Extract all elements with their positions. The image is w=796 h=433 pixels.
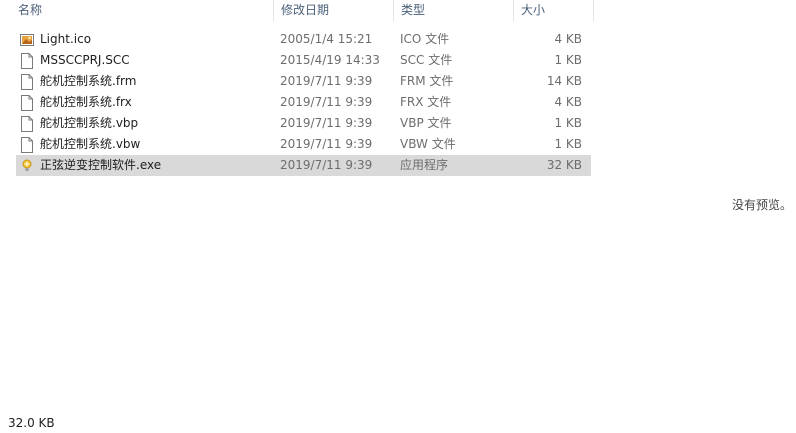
- file-date: 2019/7/11 9:39: [280, 137, 373, 151]
- file-name-cell: 舵机控制系统.frm: [16, 71, 274, 92]
- file-row[interactable]: 舵机控制系统.frm 2019/7/11 9:39 FRM 文件 14 KB: [16, 71, 591, 92]
- file-size: 14 KB: [546, 74, 582, 88]
- file-date: 2019/7/11 9:39: [280, 116, 373, 130]
- file-date: 2015/4/19 14:33: [280, 53, 380, 67]
- blank-file-icon: [20, 52, 34, 69]
- image-file-icon: [20, 32, 34, 48]
- file-row[interactable]: MSSCCPRJ.SCC 2015/4/19 14:33 SCC 文件 1 KB: [16, 50, 591, 71]
- file-row[interactable]: 正弦逆变控制软件.exe 2019/7/11 9:39 应用程序 32 KB: [16, 155, 591, 176]
- file-explorer-view: 名称 修改日期 类型 大小 Light.ico 2005/1/4 15:21 ICO…: [0, 0, 796, 433]
- blank-file-icon: [20, 115, 34, 132]
- file-size: 32 KB: [546, 158, 582, 172]
- application-icon: [20, 158, 34, 174]
- blank-file-icon: [20, 94, 34, 111]
- file-name-cell: Light.ico: [16, 29, 274, 50]
- file-type: FRM 文件: [400, 74, 454, 88]
- file-type: SCC 文件: [400, 53, 453, 67]
- file-type: 应用程序: [400, 158, 449, 172]
- column-header-size-label: 大小: [521, 3, 546, 17]
- file-name: 舵机控制系统.vbp: [40, 116, 139, 130]
- file-date: 2019/7/11 9:39: [280, 158, 373, 172]
- file-name: 舵机控制系统.frx: [40, 95, 132, 109]
- column-header-size[interactable]: 大小: [514, 0, 594, 22]
- column-header-name-label: 名称: [18, 3, 43, 17]
- file-row[interactable]: Light.ico 2005/1/4 15:21 ICO 文件 4 KB: [16, 29, 591, 50]
- file-name: MSSCCPRJ.SCC: [40, 53, 130, 67]
- file-size: 4 KB: [554, 95, 582, 109]
- file-date: 2019/7/11 9:39: [280, 95, 373, 109]
- column-header-type-label: 类型: [401, 3, 426, 17]
- preview-message: 没有预览。: [731, 198, 792, 212]
- column-header: 名称 修改日期 类型 大小: [0, 0, 594, 22]
- file-row[interactable]: 舵机控制系统.frx 2019/7/11 9:39 FRX 文件 4 KB: [16, 92, 591, 113]
- file-date: 2019/7/11 9:39: [280, 74, 373, 88]
- file-name-cell: 舵机控制系统.vbp: [16, 113, 274, 134]
- column-header-date[interactable]: 修改日期: [274, 0, 394, 22]
- file-name: 舵机控制系统.vbw: [40, 137, 141, 151]
- blank-file-icon: [20, 73, 34, 90]
- blank-file-icon: [20, 136, 34, 153]
- file-name: 舵机控制系统.frm: [40, 74, 137, 88]
- column-header-type[interactable]: 类型: [394, 0, 514, 22]
- file-date: 2005/1/4 15:21: [280, 32, 373, 46]
- file-type: VBW 文件: [400, 137, 456, 151]
- status-bar-selected-size: 32.0 KB: [8, 416, 55, 430]
- file-size: 1 KB: [554, 53, 582, 67]
- file-size: 1 KB: [554, 116, 582, 130]
- file-name-cell: 舵机控制系统.vbw: [16, 134, 274, 155]
- file-type: VBP 文件: [400, 116, 452, 130]
- file-name-cell: 舵机控制系统.frx: [16, 92, 274, 113]
- file-row[interactable]: 舵机控制系统.vbw 2019/7/11 9:39 VBW 文件 1 KB: [16, 134, 591, 155]
- column-header-name[interactable]: 名称: [0, 0, 274, 22]
- file-row[interactable]: 舵机控制系统.vbp 2019/7/11 9:39 VBP 文件 1 KB: [16, 113, 591, 134]
- file-size: 4 KB: [554, 32, 582, 46]
- file-name: 正弦逆变控制软件.exe: [40, 158, 162, 172]
- file-type: FRX 文件: [400, 95, 452, 109]
- file-size: 1 KB: [554, 137, 582, 151]
- file-list: Light.ico 2005/1/4 15:21 ICO 文件 4 KB MSSCCPR…: [16, 29, 591, 176]
- file-name-cell: 正弦逆变控制软件.exe: [16, 155, 274, 176]
- file-name-cell: MSSCCPRJ.SCC: [16, 50, 274, 71]
- file-type: ICO 文件: [400, 32, 450, 46]
- file-name: Light.ico: [40, 32, 92, 46]
- column-header-date-label: 修改日期: [281, 3, 330, 17]
